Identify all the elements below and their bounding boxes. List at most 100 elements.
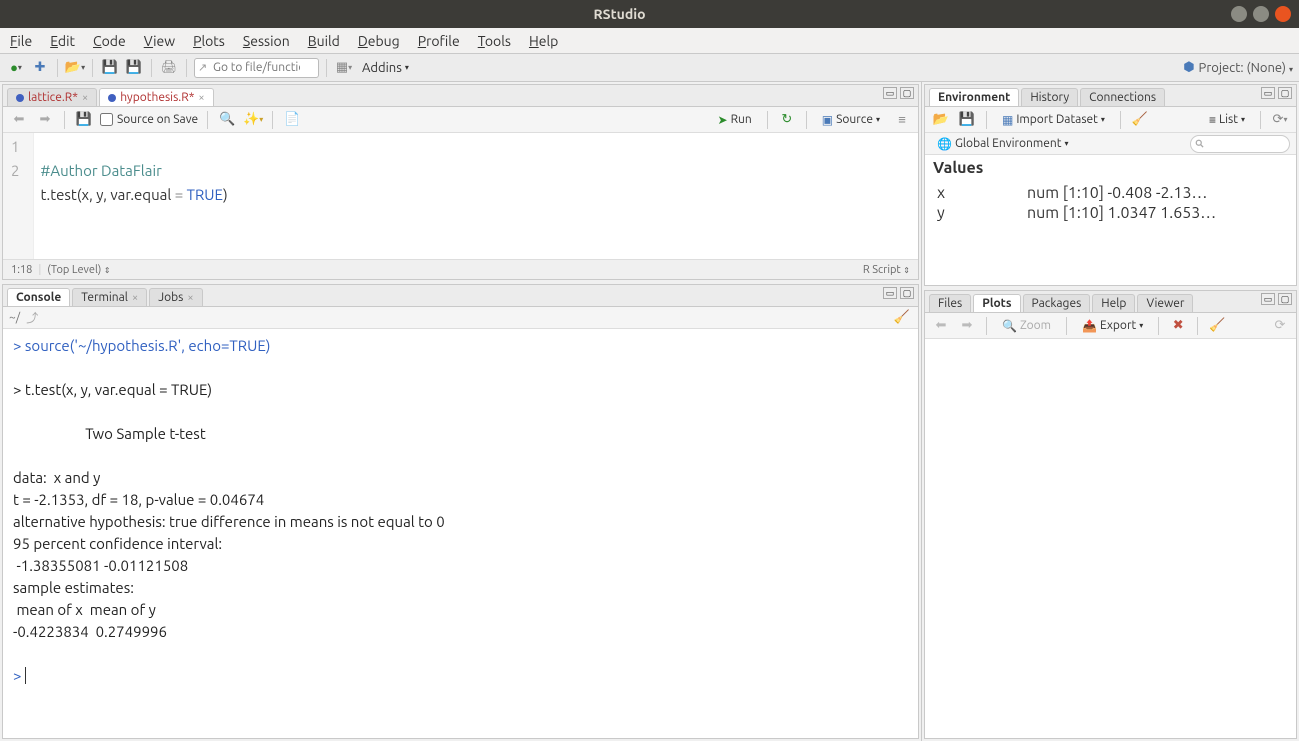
menu-profile[interactable]: Profile [418,33,460,49]
source-button[interactable]: ▣ Source ▾ [816,111,886,129]
env-search-input[interactable] [1190,135,1290,153]
close-tab-icon[interactable]: × [198,92,204,104]
separator [57,59,58,77]
menu-edit[interactable]: Edit [50,33,75,49]
tab-viewer[interactable]: Viewer [1137,294,1193,312]
scope-selector[interactable]: 🌐 Global Environment ▾ [931,135,1074,153]
plots-toolbar: ⬅ ➡ 🔍 Zoom 📤 Export ▾ ✖ 🧹 ⟳ [925,313,1296,339]
save-icon[interactable]: 💾 [100,58,120,78]
next-plot-icon[interactable]: ➡ [957,316,977,336]
refresh-plots-icon[interactable]: ⟳ [1270,316,1290,336]
forward-icon[interactable]: ➡ [35,110,55,130]
close-button[interactable] [1275,6,1291,22]
source-statusbar: 1:18 | (Top Level) ⇕ R Script ⇕ [3,259,918,279]
clear-plots-icon[interactable]: 🧹 [1207,316,1227,336]
run-button[interactable]: ➤ Run [712,111,758,129]
menu-view[interactable]: View [144,33,175,49]
maximize-pane-icon[interactable]: ▢ [1278,87,1292,99]
console-path-icon[interactable]: ⤴ [26,309,38,326]
back-icon[interactable]: ⬅ [9,110,29,130]
code-editor[interactable]: 1 2 #Author DataFlair t.test(x, y, var.e… [3,133,918,259]
tab-terminal[interactable]: Terminal × [72,288,147,306]
zoom-button[interactable]: 🔍 Zoom [996,317,1057,335]
save-icon[interactable]: 💾 [74,110,94,130]
env-row[interactable]: y num [1:10] 1.0347 1.653… [925,203,1296,223]
menu-help[interactable]: Help [529,33,558,49]
menubar: File Edit Code View Plots Session Build … [0,28,1299,54]
addins-dropdown[interactable]: Addins ▾ [358,61,413,75]
list-view-button[interactable]: ≡ List ▾ [1203,111,1251,129]
goto-file-input[interactable] [194,58,319,78]
minimize-pane-icon[interactable]: ▭ [1261,87,1275,99]
console-output[interactable]: > source('~/hypothesis.R', echo=TRUE) > … [3,329,918,738]
cursor-position: 1:18 [11,264,32,276]
console-path-bar: ~/ ⤴ 🧹 [3,307,918,329]
file-type[interactable]: R Script ⇕ [863,264,910,276]
env-tabs: Environment History Connections ▭ ▢ [925,85,1296,107]
menu-file[interactable]: File [10,33,32,49]
rerun-icon[interactable]: ↻ [777,110,797,130]
env-values-list: x num [1:10] -0.408 -2.13… y num [1:10] … [925,181,1296,225]
tab-files[interactable]: Files [929,294,971,312]
titlebar: RStudio [0,0,1299,28]
refresh-icon[interactable]: ⟳▾ [1270,110,1290,130]
maximize-button[interactable] [1253,6,1269,22]
tab-plots[interactable]: Plots [973,294,1020,312]
tab-connections[interactable]: Connections [1080,88,1165,106]
open-file-icon[interactable]: 📂▾ [65,58,85,78]
close-tab-icon[interactable]: × [132,292,138,304]
source-tab-0[interactable]: lattice.R* × [7,88,97,106]
plots-tabs: Files Plots Packages Help Viewer ▭ ▢ [925,291,1296,313]
new-project-icon[interactable]: ✚ [30,58,50,78]
minimize-pane-icon[interactable]: ▭ [1261,293,1275,305]
close-tab-icon[interactable]: × [187,292,193,304]
tab-packages[interactable]: Packages [1023,294,1091,312]
import-dataset-button[interactable]: ▦ Import Dataset ▾ [996,111,1111,129]
scope-selector[interactable]: (Top Level) ⇕ [47,264,110,276]
clear-env-icon[interactable]: 🧹 [1130,110,1150,130]
menu-build[interactable]: Build [308,33,340,49]
report-icon[interactable]: 📄 [282,110,302,130]
separator [326,59,327,77]
menu-code[interactable]: Code [93,33,126,49]
new-file-icon[interactable]: ●▾ [6,58,26,78]
env-scope-bar: 🌐 Global Environment ▾ [925,133,1296,155]
file-icon [16,94,24,102]
prev-plot-icon[interactable]: ⬅ [931,316,951,336]
find-icon[interactable]: 🔍 [217,110,237,130]
minimize-button[interactable] [1231,6,1247,22]
minimize-pane-icon[interactable]: ▭ [883,87,897,99]
source-tab-1[interactable]: hypothesis.R* × [99,88,213,106]
tab-console[interactable]: Console [7,288,70,306]
project-menu[interactable]: Project: (None) ▾ [1199,61,1293,75]
save-all-icon[interactable]: 💾 [124,58,144,78]
close-tab-icon[interactable]: × [82,92,88,104]
maximize-pane-icon[interactable]: ▢ [900,87,914,99]
menu-session[interactable]: Session [243,33,290,49]
tab-history[interactable]: History [1021,88,1078,106]
main-toolbar: ●▾ ✚ 📂▾ 💾 💾 🖨 ↗ ▦▾ Addins ▾ ⬢ Project: (… [0,54,1299,82]
clear-console-icon[interactable]: 🧹 [892,308,912,328]
grid-icon[interactable]: ▦▾ [334,58,354,78]
maximize-pane-icon[interactable]: ▢ [1278,293,1292,305]
maximize-pane-icon[interactable]: ▢ [900,287,914,299]
print-icon[interactable]: 🖨 [159,58,179,78]
env-section-values: Values [925,155,1296,181]
remove-plot-icon[interactable]: ✖ [1168,316,1188,336]
export-button[interactable]: 📤 Export ▾ [1076,317,1149,335]
menu-plots[interactable]: Plots [193,33,225,49]
save-workspace-icon[interactable]: 💾 [957,110,977,130]
tab-jobs[interactable]: Jobs × [149,288,202,306]
tab-help[interactable]: Help [1092,294,1135,312]
source-on-save-checkbox[interactable]: Source on Save [100,113,198,126]
plot-canvas [925,339,1296,738]
menu-debug[interactable]: Debug [358,33,400,49]
outline-icon[interactable]: ≡ [892,110,912,130]
tab-environment[interactable]: Environment [929,88,1019,106]
load-workspace-icon[interactable]: 📂 [931,110,951,130]
env-row[interactable]: x num [1:10] -0.408 -2.13… [925,183,1296,203]
wand-icon[interactable]: ✨▾ [243,110,263,130]
minimize-pane-icon[interactable]: ▭ [883,287,897,299]
source-tabs: lattice.R* × hypothesis.R* × ▭ ▢ [3,85,918,107]
menu-tools[interactable]: Tools [478,33,511,49]
